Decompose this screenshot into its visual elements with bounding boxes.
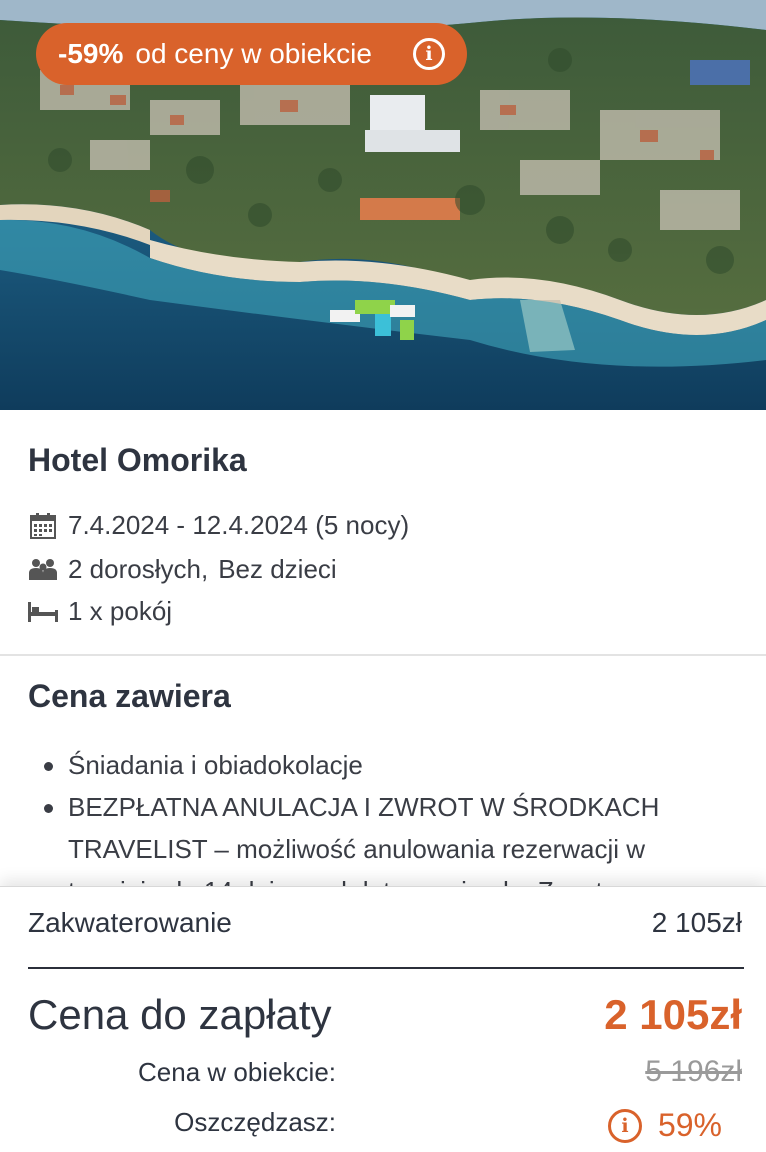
hotel-name: Hotel Omorika [28, 442, 247, 478]
discount-percent: -59% [58, 38, 124, 69]
discount-badge[interactable]: -59% od ceny w obiekcie i [36, 23, 467, 85]
info-icon[interactable]: i [607, 1108, 642, 1143]
list-item: BEZPŁATNA ANULACJA I ZWROT W ŚRODKACH TR… [44, 786, 718, 886]
children-text: Bez dzieci [218, 554, 337, 584]
dates-text: 7.4.2024 - 12.4.2024 (5 nocy) [68, 510, 410, 540]
total-price: 2 105zł [604, 991, 742, 1038]
divider [28, 967, 744, 969]
rooms-text: 1 x pokój [68, 596, 173, 626]
discount-text: od ceny w obiekcie [135, 38, 372, 69]
people-icon [28, 555, 58, 585]
includes-list: Śniadania i obiadokolacje BEZPŁATNA ANUL… [44, 744, 718, 886]
calendar-icon [28, 511, 58, 541]
info-icon[interactable]: i [413, 38, 445, 70]
accommodation-label: Zakwaterowanie [28, 907, 232, 938]
savings-label: Oszczędzasz: [174, 1107, 336, 1137]
price-summary-panel: Zakwaterowanie 2 105zł Cena do zapłaty 2… [0, 886, 766, 1152]
dates-row: 7.4.2024 - 12.4.2024 (5 nocy) [28, 510, 409, 541]
hotel-details: Hotel Omorika 7.4.2024 - 12.4.2024 (5 no… [0, 410, 766, 656]
guests-row: 2 dorosłych, Bez dzieci [28, 554, 337, 585]
savings-value: i 59% [607, 1107, 722, 1144]
list-item: Śniadania i obiadokolacje [44, 744, 718, 786]
price-includes-section: Cena zawiera Śniadania i obiadokolacje B… [0, 658, 766, 886]
total-label: Cena do zapłaty [28, 991, 332, 1038]
adults-text: 2 dorosłych, [68, 554, 209, 584]
original-price: 5 196zł [645, 1055, 742, 1088]
room-row: 1 x pokój [28, 596, 172, 627]
bed-icon [28, 597, 58, 627]
includes-title: Cena zawiera [28, 678, 231, 714]
hero-image[interactable]: -59% od ceny w obiekcie i [0, 0, 766, 410]
savings-percent: 59% [657, 1107, 722, 1143]
accommodation-value: 2 105zł [651, 907, 742, 938]
original-price-label: Cena w obiekcie: [138, 1057, 336, 1087]
